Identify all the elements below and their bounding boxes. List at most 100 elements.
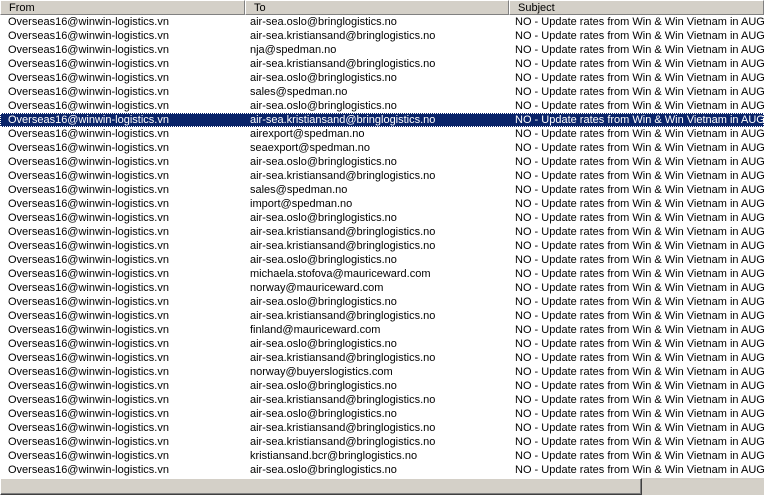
message-row[interactable]: Overseas16@winwin-logistics.vn air-sea.kr… [0,435,764,449]
message-row[interactable]: Overseas16@winwin-logistics.vn air-sea.os… [0,211,764,225]
subject-cell: NO - Update rates from Win & Win Vietnam… [515,86,764,98]
subject-cell: NO - Update rates from Win & Win Vietnam… [515,170,764,182]
subject-cell: NO - Update rates from Win & Win Vietnam… [515,352,764,364]
scrollbar-thumb[interactable] [0,478,642,495]
from-cell: Overseas16@winwin-logistics.vn [8,310,169,322]
from-cell: Overseas16@winwin-logistics.vn [8,352,169,364]
message-row[interactable]: Overseas16@winwin-logistics.vn michaela.s… [0,267,764,281]
subject-cell: NO - Update rates from Win & Win Vietnam… [515,58,764,70]
message-row[interactable]: Overseas16@winwin-logistics.vn air-sea.os… [0,15,764,29]
horizontal-scrollbar[interactable] [0,478,764,495]
column-header-to[interactable]: To [245,0,509,15]
from-cell: Overseas16@winwin-logistics.vn [8,380,169,392]
message-row[interactable]: Overseas16@winwin-logistics.vn air-sea.os… [0,407,764,421]
message-row[interactable]: Overseas16@winwin-logistics.vn air-sea.kr… [0,309,764,323]
subject-cell: NO - Update rates from Win & Win Vietnam… [515,30,764,42]
subject-cell: NO - Update rates from Win & Win Vietnam… [515,142,764,154]
from-cell: Overseas16@winwin-logistics.vn [8,324,169,336]
subject-cell: NO - Update rates from Win & Win Vietnam… [515,72,764,84]
from-cell: Overseas16@winwin-logistics.vn [8,240,169,252]
to-cell: air-sea.kristiansand@bringlogistics.no [250,352,436,364]
message-row[interactable]: Overseas16@winwin-logistics.vn air-sea.os… [0,337,764,351]
message-row[interactable]: Overseas16@winwin-logistics.vn norway@mau… [0,281,764,295]
from-cell: Overseas16@winwin-logistics.vn [8,170,169,182]
subject-cell: NO - Update rates from Win & Win Vietnam… [515,464,764,476]
subject-cell: NO - Update rates from Win & Win Vietnam… [515,212,764,224]
from-cell: Overseas16@winwin-logistics.vn [8,450,169,462]
message-row[interactable]: Overseas16@winwin-logistics.vn seaexport@… [0,141,764,155]
from-cell: Overseas16@winwin-logistics.vn [8,184,169,196]
message-row[interactable]: Overseas16@winwin-logistics.vn air-sea.kr… [0,351,764,365]
to-cell: michaela.stofova@mauriceward.com [250,268,431,280]
column-header-subject[interactable]: Subject [509,0,764,15]
message-row[interactable]: Overseas16@winwin-logistics.vn import@spe… [0,197,764,211]
subject-cell: NO - Update rates from Win & Win Vietnam… [515,310,764,322]
from-cell: Overseas16@winwin-logistics.vn [8,394,169,406]
subject-cell: NO - Update rates from Win & Win Vietnam… [515,380,764,392]
to-cell: import@spedman.no [250,198,353,210]
message-row[interactable]: Overseas16@winwin-logistics.vn finland@ma… [0,323,764,337]
message-row[interactable]: Overseas16@winwin-logistics.vn air-sea.kr… [0,239,764,253]
to-cell: air-sea.kristiansand@bringlogistics.no [250,114,436,126]
message-row[interactable]: Overseas16@winwin-logistics.vn nja@spedma… [0,43,764,57]
message-row[interactable]: Overseas16@winwin-logistics.vn air-sea.kr… [0,169,764,183]
subject-cell: NO - Update rates from Win & Win Vietnam… [515,394,764,406]
subject-cell: NO - Update rates from Win & Win Vietnam… [515,226,764,238]
message-row[interactable]: Overseas16@winwin-logistics.vn norway@buy… [0,365,764,379]
from-cell: Overseas16@winwin-logistics.vn [8,464,169,476]
list-header: From To Subject [0,0,764,15]
message-row[interactable]: Overseas16@winwin-logistics.vn air-sea.kr… [0,421,764,435]
subject-cell: NO - Update rates from Win & Win Vietnam… [515,436,764,448]
subject-cell: NO - Update rates from Win & Win Vietnam… [515,282,764,294]
from-cell: Overseas16@winwin-logistics.vn [8,366,169,378]
from-cell: Overseas16@winwin-logistics.vn [8,436,169,448]
column-header-from[interactable]: From [0,0,245,15]
to-cell: air-sea.oslo@bringlogistics.no [250,16,397,28]
from-cell: Overseas16@winwin-logistics.vn [8,128,169,140]
from-cell: Overseas16@winwin-logistics.vn [8,16,169,28]
message-row[interactable]: Overseas16@winwin-logistics.vn air-sea.kr… [0,225,764,239]
message-row[interactable]: Overseas16@winwin-logistics.vn air-sea.os… [0,155,764,169]
message-row[interactable]: Overseas16@winwin-logistics.vn air-sea.os… [0,463,764,477]
message-row[interactable]: Overseas16@winwin-logistics.vn kristiansa… [0,449,764,463]
to-cell: air-sea.oslo@bringlogistics.no [250,338,397,350]
from-cell: Overseas16@winwin-logistics.vn [8,198,169,210]
message-row[interactable]: Overseas16@winwin-logistics.vn sales@sped… [0,183,764,197]
message-row[interactable]: Overseas16@winwin-logistics.vn air-sea.os… [0,71,764,85]
to-cell: air-sea.oslo@bringlogistics.no [250,212,397,224]
to-cell: air-sea.oslo@bringlogistics.no [250,72,397,84]
from-cell: Overseas16@winwin-logistics.vn [8,212,169,224]
to-cell: air-sea.kristiansand@bringlogistics.no [250,394,436,406]
message-row[interactable]: Overseas16@winwin-logistics.vn air-sea.kr… [0,393,764,407]
message-row[interactable]: Overseas16@winwin-logistics.vn sales@sped… [0,85,764,99]
to-cell: air-sea.kristiansand@bringlogistics.no [250,310,436,322]
subject-cell: NO - Update rates from Win & Win Vietnam… [515,338,764,350]
message-row[interactable]: Overseas16@winwin-logistics.vn air-sea.os… [0,99,764,113]
to-cell: air-sea.oslo@bringlogistics.no [250,100,397,112]
from-cell: Overseas16@winwin-logistics.vn [8,268,169,280]
message-row[interactable]: Overseas16@winwin-logistics.vn air-sea.os… [0,253,764,267]
from-cell: Overseas16@winwin-logistics.vn [8,142,169,154]
from-cell: Overseas16@winwin-logistics.vn [8,422,169,434]
from-cell: Overseas16@winwin-logistics.vn [8,30,169,42]
from-cell: Overseas16@winwin-logistics.vn [8,282,169,294]
message-row[interactable]: Overseas16@winwin-logistics.vn air-sea.os… [0,379,764,393]
from-cell: Overseas16@winwin-logistics.vn [8,156,169,168]
to-cell: norway@mauriceward.com [250,282,384,294]
message-row[interactable]: Overseas16@winwin-logistics.vn air-sea.kr… [0,113,764,127]
message-row[interactable]: Overseas16@winwin-logistics.vn air-sea.kr… [0,29,764,43]
to-cell: finland@mauriceward.com [250,324,381,336]
to-cell: air-sea.kristiansand@bringlogistics.no [250,170,436,182]
to-cell: air-sea.oslo@bringlogistics.no [250,254,397,266]
subject-cell: NO - Update rates from Win & Win Vietnam… [515,450,764,462]
message-row[interactable]: Overseas16@winwin-logistics.vn air-sea.os… [0,295,764,309]
subject-cell: NO - Update rates from Win & Win Vietnam… [515,366,764,378]
message-row[interactable]: Overseas16@winwin-logistics.vn airexport@… [0,127,764,141]
to-cell: air-sea.kristiansand@bringlogistics.no [250,422,436,434]
message-row[interactable]: Overseas16@winwin-logistics.vn air-sea.kr… [0,57,764,71]
to-cell: air-sea.kristiansand@bringlogistics.no [250,58,436,70]
from-cell: Overseas16@winwin-logistics.vn [8,226,169,238]
to-cell: air-sea.kristiansand@bringlogistics.no [250,226,436,238]
subject-cell: NO - Update rates from Win & Win Vietnam… [515,114,764,126]
from-cell: Overseas16@winwin-logistics.vn [8,44,169,56]
